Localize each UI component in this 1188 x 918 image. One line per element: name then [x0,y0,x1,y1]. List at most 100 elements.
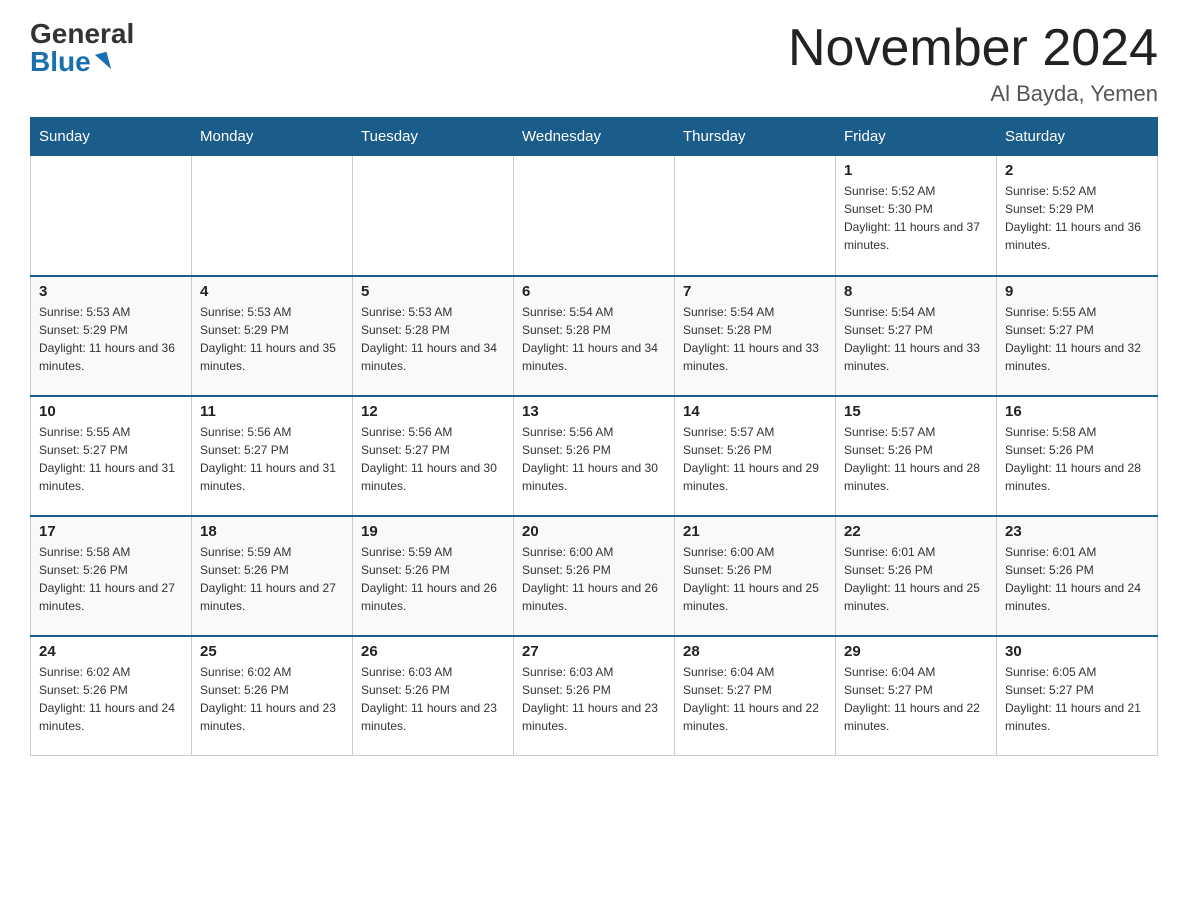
calendar-cell: 5 Sunrise: 5:53 AMSunset: 5:28 PMDaylight… [353,276,514,396]
day-info: Sunrise: 5:53 AMSunset: 5:28 PMDaylight:… [361,303,505,375]
day-info: Sunrise: 6:00 AMSunset: 5:26 PMDaylight:… [522,543,666,615]
day-info: Sunrise: 5:56 AMSunset: 5:27 PMDaylight:… [361,423,505,495]
day-number: 4 [200,283,344,300]
calendar-week-row: 17Sunrise: 5:58 AMSunset: 5:26 PMDayligh… [31,516,1158,636]
calendar-cell: 1 Sunrise: 5:52 AMSunset: 5:30 PMDaylight… [836,156,997,276]
day-number: 11 [200,403,344,420]
day-info: Sunrise: 6:01 AMSunset: 5:26 PMDaylight:… [1005,543,1149,615]
day-number: 29 [844,643,988,660]
day-info: Sunrise: 5:59 AMSunset: 5:26 PMDaylight:… [361,543,505,615]
day-number: 6 [522,283,666,300]
calendar-cell: 15 Sunrise: 5:57 AMSunset: 5:26 PMDayligh… [836,396,997,516]
calendar-week-row: 24Sunrise: 6:02 AMSunset: 5:26 PMDayligh… [31,636,1158,756]
calendar-cell: 17Sunrise: 5:58 AMSunset: 5:26 PMDayligh… [31,516,192,636]
day-info: Sunrise: 5:53 AMSunset: 5:29 PMDaylight:… [39,303,183,375]
weekday-header-sunday: Sunday [31,118,192,156]
day-info: Sunrise: 6:05 AMSunset: 5:27 PMDaylight:… [1005,663,1149,735]
calendar-week-row: 3Sunrise: 5:53 AMSunset: 5:29 PMDaylight… [31,276,1158,396]
day-number: 13 [522,403,666,420]
day-info: Sunrise: 5:57 AMSunset: 5:26 PMDaylight:… [844,423,988,495]
day-info: Sunrise: 6:01 AMSunset: 5:26 PMDaylight:… [844,543,988,615]
day-info: Sunrise: 6:03 AMSunset: 5:26 PMDaylight:… [361,663,505,735]
logo-blue-text: Blue [30,48,109,76]
day-number: 2 [1005,162,1149,179]
calendar-cell: 24Sunrise: 6:02 AMSunset: 5:26 PMDayligh… [31,636,192,756]
location: Al Bayda, Yemen [788,81,1158,107]
day-info: Sunrise: 5:56 AMSunset: 5:27 PMDaylight:… [200,423,344,495]
calendar-cell: 11 Sunrise: 5:56 AMSunset: 5:27 PMDayligh… [192,396,353,516]
weekday-header-row: SundayMondayTuesdayWednesdayThursdayFrid… [31,118,1158,156]
day-number: 28 [683,643,827,660]
day-number: 17 [39,523,183,540]
day-info: Sunrise: 5:58 AMSunset: 5:26 PMDaylight:… [1005,423,1149,495]
logo: General Blue [30,20,134,76]
day-number: 20 [522,523,666,540]
day-info: Sunrise: 5:54 AMSunset: 5:28 PMDaylight:… [683,303,827,375]
calendar-cell: 21 Sunrise: 6:00 AMSunset: 5:26 PMDayligh… [675,516,836,636]
day-info: Sunrise: 5:54 AMSunset: 5:27 PMDaylight:… [844,303,988,375]
day-number: 12 [361,403,505,420]
calendar-table: SundayMondayTuesdayWednesdayThursdayFrid… [30,117,1158,756]
calendar-cell: 29Sunrise: 6:04 AMSunset: 5:27 PMDayligh… [836,636,997,756]
calendar-cell: 12 Sunrise: 5:56 AMSunset: 5:27 PMDayligh… [353,396,514,516]
calendar-cell: 7 Sunrise: 5:54 AMSunset: 5:28 PMDaylight… [675,276,836,396]
day-number: 14 [683,403,827,420]
day-number: 21 [683,523,827,540]
day-number: 30 [1005,643,1149,660]
day-number: 26 [361,643,505,660]
calendar-cell: 6 Sunrise: 5:54 AMSunset: 5:28 PMDaylight… [514,276,675,396]
calendar-cell: 19 Sunrise: 5:59 AMSunset: 5:26 PMDayligh… [353,516,514,636]
calendar-cell: 22 Sunrise: 6:01 AMSunset: 5:26 PMDayligh… [836,516,997,636]
logo-triangle-icon [95,52,111,72]
calendar-cell: 9Sunrise: 5:55 AMSunset: 5:27 PMDaylight… [997,276,1158,396]
calendar-cell: 23 Sunrise: 6:01 AMSunset: 5:26 PMDayligh… [997,516,1158,636]
day-info: Sunrise: 6:02 AMSunset: 5:26 PMDaylight:… [39,663,183,735]
logo-blue-word: Blue [30,48,91,76]
weekday-header-saturday: Saturday [997,118,1158,156]
day-info: Sunrise: 5:56 AMSunset: 5:26 PMDaylight:… [522,423,666,495]
calendar-cell: 25 Sunrise: 6:02 AMSunset: 5:26 PMDayligh… [192,636,353,756]
calendar-cell: 20 Sunrise: 6:00 AMSunset: 5:26 PMDayligh… [514,516,675,636]
calendar-cell: 27 Sunrise: 6:03 AMSunset: 5:26 PMDayligh… [514,636,675,756]
day-number: 5 [361,283,505,300]
calendar-cell [675,156,836,276]
day-number: 19 [361,523,505,540]
calendar-cell [192,156,353,276]
day-number: 1 [844,162,988,179]
day-info: Sunrise: 5:57 AMSunset: 5:26 PMDaylight:… [683,423,827,495]
day-info: Sunrise: 5:53 AMSunset: 5:29 PMDaylight:… [200,303,344,375]
weekday-header-tuesday: Tuesday [353,118,514,156]
calendar-cell: 14 Sunrise: 5:57 AMSunset: 5:26 PMDayligh… [675,396,836,516]
day-info: Sunrise: 6:03 AMSunset: 5:26 PMDaylight:… [522,663,666,735]
weekday-header-wednesday: Wednesday [514,118,675,156]
logo-general-text: General [30,20,134,48]
day-info: Sunrise: 6:02 AMSunset: 5:26 PMDaylight:… [200,663,344,735]
calendar-cell: 18Sunrise: 5:59 AMSunset: 5:26 PMDayligh… [192,516,353,636]
calendar-cell: 16 Sunrise: 5:58 AMSunset: 5:26 PMDayligh… [997,396,1158,516]
day-info: Sunrise: 5:52 AMSunset: 5:29 PMDaylight:… [1005,182,1149,254]
month-title: November 2024 [788,20,1158,77]
day-number: 15 [844,403,988,420]
day-number: 16 [1005,403,1149,420]
day-number: 22 [844,523,988,540]
calendar-cell: 28 Sunrise: 6:04 AMSunset: 5:27 PMDayligh… [675,636,836,756]
page-header: General Blue November 2024 Al Bayda, Yem… [30,20,1158,107]
calendar-cell: 13 Sunrise: 5:56 AMSunset: 5:26 PMDayligh… [514,396,675,516]
day-number: 23 [1005,523,1149,540]
day-info: Sunrise: 6:04 AMSunset: 5:27 PMDaylight:… [683,663,827,735]
weekday-header-thursday: Thursday [675,118,836,156]
day-number: 9 [1005,283,1149,300]
title-block: November 2024 Al Bayda, Yemen [788,20,1158,107]
day-info: Sunrise: 5:52 AMSunset: 5:30 PMDaylight:… [844,182,988,254]
day-number: 10 [39,403,183,420]
calendar-cell: 26 Sunrise: 6:03 AMSunset: 5:26 PMDayligh… [353,636,514,756]
day-info: Sunrise: 5:54 AMSunset: 5:28 PMDaylight:… [522,303,666,375]
day-info: Sunrise: 5:55 AMSunset: 5:27 PMDaylight:… [39,423,183,495]
calendar-cell: 10 Sunrise: 5:55 AMSunset: 5:27 PMDayligh… [31,396,192,516]
day-number: 7 [683,283,827,300]
day-number: 27 [522,643,666,660]
day-number: 25 [200,643,344,660]
calendar-week-row: 1 Sunrise: 5:52 AMSunset: 5:30 PMDaylight… [31,156,1158,276]
day-number: 8 [844,283,988,300]
day-info: Sunrise: 6:00 AMSunset: 5:26 PMDaylight:… [683,543,827,615]
